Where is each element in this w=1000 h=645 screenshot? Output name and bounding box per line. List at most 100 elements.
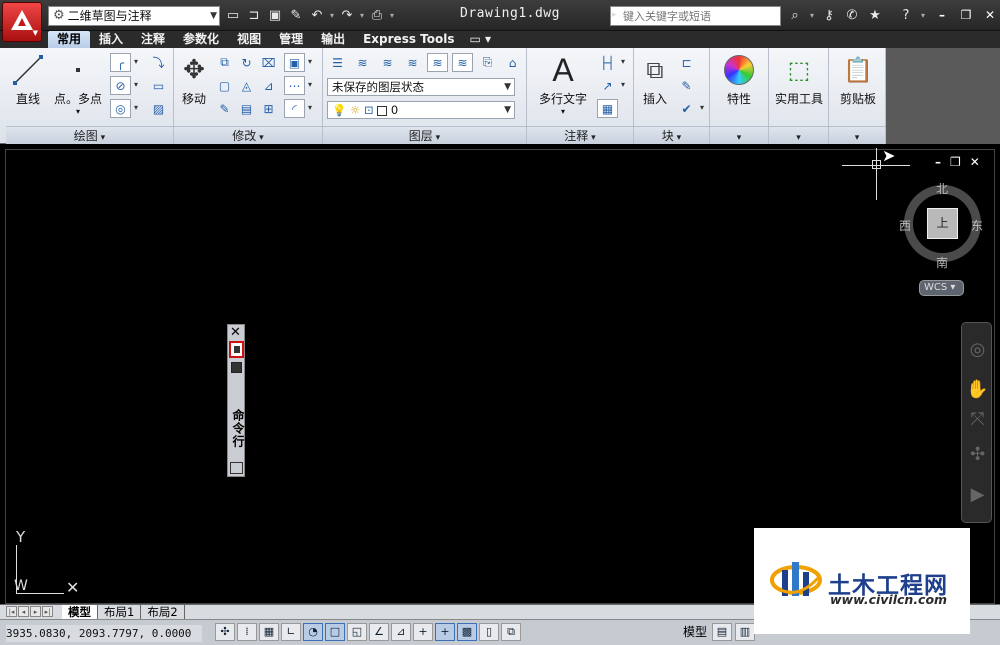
first-layout-icon[interactable]: |◂	[6, 606, 17, 617]
mirror-icon[interactable]: ▢	[214, 76, 235, 95]
chevron-down-icon[interactable]: ▾	[134, 80, 138, 89]
compass-west[interactable]: 西	[899, 217, 911, 234]
clipboard-button[interactable]: 📋 剪贴板	[833, 52, 883, 107]
binoculars-icon[interactable]: ⌕	[786, 6, 804, 25]
showmotion-icon[interactable]: ▶	[966, 483, 989, 506]
tab-home[interactable]: 常用	[48, 31, 91, 48]
viewport-close-icon[interactable]: ✕	[970, 155, 980, 169]
copy-icon[interactable]: ⧉	[214, 53, 235, 72]
clipboard-panel-expander[interactable]	[829, 126, 885, 144]
layer-lock-icon[interactable]: ⌂	[502, 53, 523, 72]
snap-mode-icon[interactable]: ⁞	[237, 623, 257, 641]
layer-combo[interactable]: 💡 ☼ ⊡ 0 ▼	[327, 101, 515, 119]
tab-parametric[interactable]: 参数化	[174, 31, 228, 48]
redo-dropdown-icon[interactable]: ▾	[359, 6, 365, 25]
layer-freeze-icon[interactable]: ≋	[377, 53, 398, 72]
modify-panel-title[interactable]: 修改	[174, 126, 322, 144]
layers-panel-title[interactable]: 图层	[323, 126, 526, 144]
saveas-icon[interactable]: ✎	[287, 6, 305, 25]
tab-express-tools[interactable]: Express Tools	[354, 31, 463, 48]
layer-state-combo[interactable]: 未保存的图层状态 ▼	[327, 78, 515, 96]
fillet-icon[interactable]: ✎	[214, 99, 235, 118]
zoom-icon[interactable]: ⤧	[966, 408, 989, 431]
compass-south[interactable]: 南	[936, 254, 948, 271]
infer-constraints-icon[interactable]: ✣	[215, 623, 235, 641]
move-button[interactable]: ✥ 移动	[176, 52, 212, 107]
chevron-down-icon[interactable]: ▾	[621, 80, 625, 89]
chevron-down-icon[interactable]: ▾	[308, 80, 312, 89]
ellipse-icon[interactable]: ◎	[110, 99, 131, 118]
transparency-icon[interactable]: ▩	[457, 623, 477, 641]
wcs-menu-button[interactable]: WCS ▾	[919, 280, 964, 296]
rectangle-icon[interactable]: ▭	[148, 76, 169, 95]
tab-output[interactable]: 输出	[312, 31, 354, 48]
layer-previous-icon[interactable]: ≋	[452, 53, 473, 72]
chevron-down-icon[interactable]: ▾	[700, 103, 704, 112]
command-line-window[interactable]: ✕ 命令行	[227, 324, 245, 477]
chevron-down-icon[interactable]: ▾	[308, 57, 312, 66]
draw-panel-title[interactable]: 绘图	[6, 126, 173, 144]
viewcube[interactable]: 上 北 南 东 西	[898, 180, 988, 280]
object-snap-tracking-icon[interactable]: ∠	[369, 623, 389, 641]
ribbon-minimize-toggle[interactable]: ▭ ▾	[464, 31, 498, 48]
steering-wheel-icon[interactable]: ◎	[966, 338, 989, 361]
selection-cycling-icon[interactable]: ⧉	[501, 623, 521, 641]
dynamic-input-icon[interactable]: +	[413, 623, 433, 641]
compass-east[interactable]: 东	[971, 217, 983, 234]
grid-icon[interactable]: ▦	[259, 623, 279, 641]
erase-icon[interactable]: ▣	[284, 53, 305, 72]
scale-icon[interactable]: ▤	[236, 99, 257, 118]
undo-icon[interactable]: ↶	[308, 6, 326, 25]
stretch-icon[interactable]: ◬	[236, 76, 257, 95]
insert-block-button[interactable]: ⧉ 插入	[636, 52, 674, 107]
close-icon[interactable]: ✕	[230, 325, 241, 340]
search-input[interactable]	[610, 6, 781, 26]
create-block-icon[interactable]: ⊏	[676, 53, 697, 72]
favorites-star-icon[interactable]: ★	[866, 6, 884, 25]
array-icon[interactable]: ⊿	[258, 76, 279, 95]
chevron-down-icon[interactable]: ▾	[308, 103, 312, 112]
command-properties-icon[interactable]	[231, 362, 242, 373]
chevron-down-icon[interactable]: ▾	[621, 57, 625, 66]
help-icon[interactable]: ?	[897, 6, 915, 25]
edit-block-icon[interactable]: ✎	[676, 76, 697, 95]
hatch-icon[interactable]: ▨	[148, 99, 169, 118]
undo-dropdown-icon[interactable]: ▾	[329, 6, 335, 25]
qat-customize-icon[interactable]: ▾	[389, 6, 395, 25]
viewport-minimize-icon[interactable]: –	[935, 155, 941, 169]
command-line-grip-icon[interactable]	[229, 341, 244, 358]
previous-layout-icon[interactable]: ◂	[18, 606, 29, 617]
restore-icon[interactable]: ❐	[959, 6, 973, 24]
tab-manage[interactable]: 管理	[270, 31, 312, 48]
help-dropdown-icon[interactable]: ▾	[920, 6, 926, 25]
layer-isolate-icon[interactable]: ≋	[352, 53, 373, 72]
edit-attributes-icon[interactable]: ✔	[676, 99, 697, 118]
close-icon[interactable]: ✕	[983, 6, 997, 24]
search-expand-icon[interactable]: ▸	[612, 10, 617, 20]
chevron-down-icon[interactable]: ▾	[134, 103, 138, 112]
new-icon[interactable]: ▭	[224, 6, 242, 25]
plot-icon[interactable]: ⎙	[368, 6, 386, 25]
search-dropdown-icon[interactable]: ▾	[809, 6, 815, 25]
quick-view-layouts-icon[interactable]: ▤	[712, 623, 732, 641]
layer-match-icon[interactable]: ≋	[427, 53, 448, 72]
rectangular-array-icon[interactable]: ⊞	[258, 99, 279, 118]
line-button[interactable]: 直线	[8, 52, 48, 107]
tab-annotate[interactable]: 注释	[132, 31, 174, 48]
quick-view-drawings-icon[interactable]: ▥	[735, 623, 755, 641]
coordinate-display[interactable]: 3935.0830, 2093.7797, 0.0000	[6, 625, 202, 642]
lineweight-icon[interactable]: +	[435, 623, 455, 641]
layer-walk-icon[interactable]: ⎘	[477, 53, 498, 72]
3d-object-snap-icon[interactable]: ◱	[347, 623, 367, 641]
compass-north[interactable]: 北	[936, 180, 948, 197]
polar-tracking-icon[interactable]: ◔	[303, 623, 323, 641]
minimize-icon[interactable]: –	[935, 6, 949, 24]
circle-icon[interactable]: ⊘	[110, 76, 131, 95]
viewcube-top-face[interactable]: 上	[927, 208, 958, 239]
model-space-label[interactable]: 模型	[683, 624, 707, 640]
linear-dimension-icon[interactable]: ├┤	[597, 53, 618, 72]
utilities-panel-expander[interactable]	[769, 126, 828, 144]
rotate-icon[interactable]: ↻	[236, 53, 257, 72]
mtext-button[interactable]: A 多行文字 ▾	[533, 52, 593, 117]
command-history-icon[interactable]	[230, 462, 243, 474]
